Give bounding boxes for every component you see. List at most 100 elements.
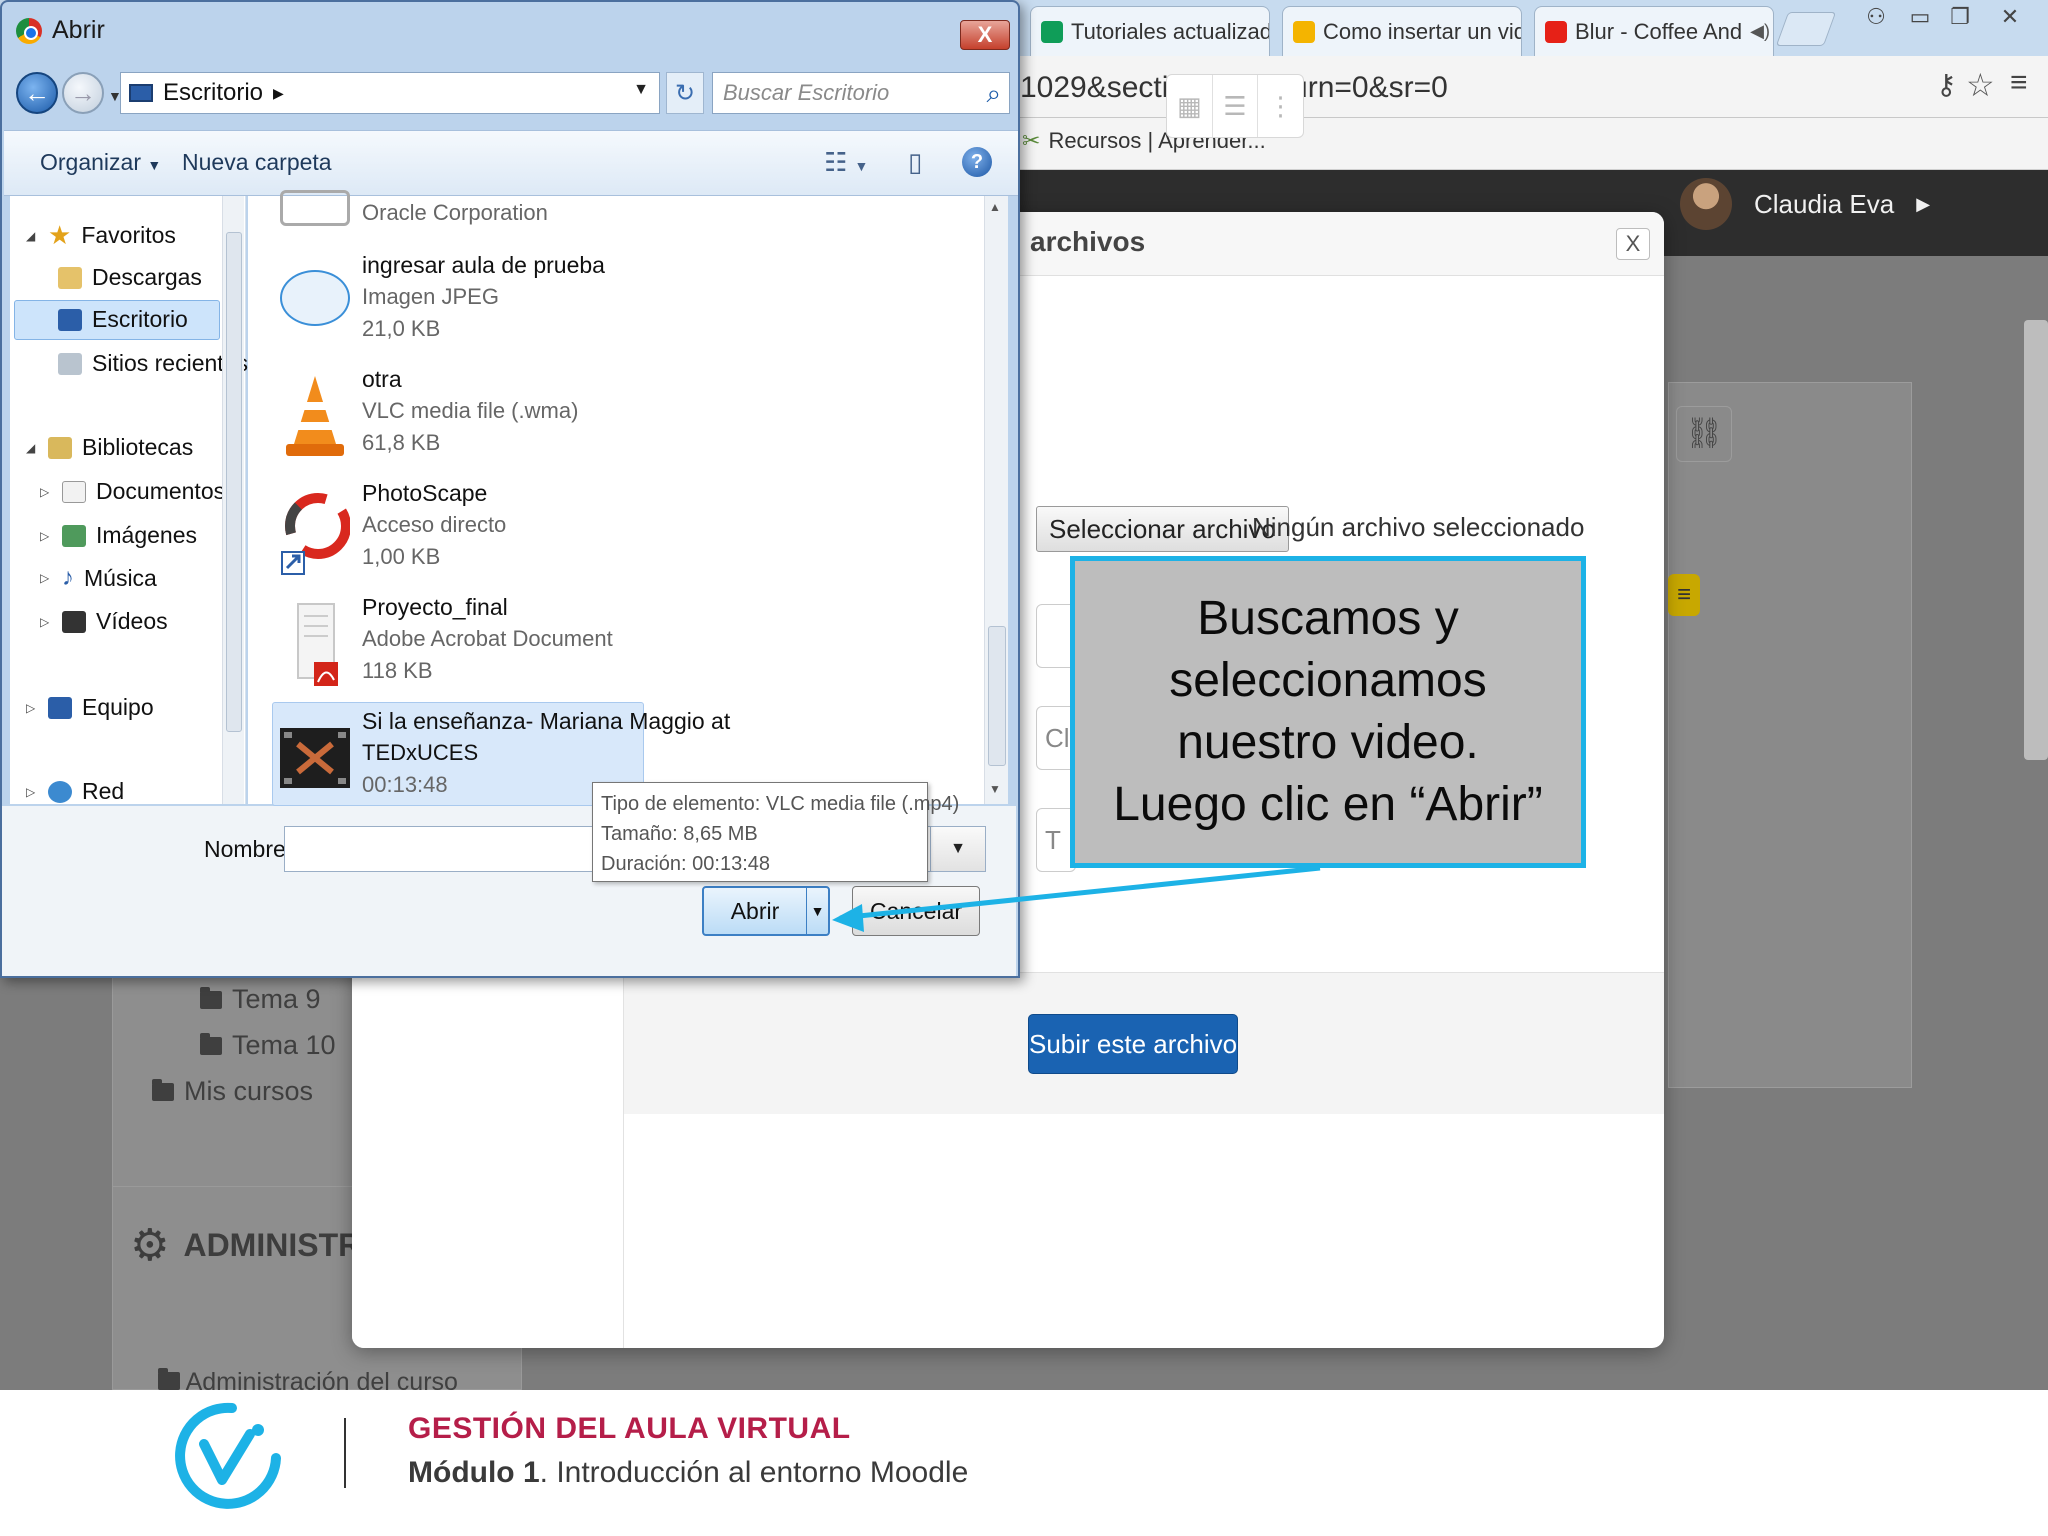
url-field[interactable]: 1029&section=0&return=0&sr=0: [1020, 68, 1920, 108]
tab-blur[interactable]: Blur - Coffee And ◀) X: [1534, 6, 1774, 56]
new-folder-button[interactable]: Nueva carpeta: [182, 149, 332, 176]
nav-pane-scrollbar[interactable]: [222, 196, 244, 804]
browser-window: Tutoriales actualizado X Como insertar u…: [0, 0, 2048, 1390]
profile-icon[interactable]: ⚇: [1856, 0, 1896, 34]
nav-videos[interactable]: ▷ Vídeos: [40, 608, 168, 635]
organize-label: Organizar: [40, 149, 141, 175]
preview-pane-icon[interactable]: ▯: [908, 147, 922, 178]
nav-label: Imágenes: [96, 522, 198, 548]
editor-area: [1668, 382, 1912, 1088]
minimize-icon[interactable]: ▭: [1900, 0, 1940, 34]
upload-file-button[interactable]: Subir este archivo: [1028, 1014, 1238, 1074]
computer-icon: [48, 696, 72, 719]
file-size: 21,0 KB: [362, 316, 441, 341]
scroll-thumb[interactable]: [988, 626, 1006, 766]
user-menu[interactable]: Claudia Eva ▶: [1680, 178, 1930, 230]
tab-como-insertar[interactable]: Como insertar un vide X: [1282, 6, 1522, 56]
note-icon[interactable]: ≡: [1668, 574, 1700, 616]
expand-icon: ◢: [26, 228, 36, 243]
nav-item-tema-9[interactable]: Tema 9: [200, 984, 321, 1015]
star-icon[interactable]: ☆: [1966, 66, 1995, 104]
tab-tutoriales[interactable]: Tutoriales actualizado X: [1030, 6, 1270, 56]
expand-icon: ◢: [26, 440, 36, 455]
path-breadcrumb[interactable]: Escritorio ▶ ▼: [120, 72, 660, 114]
nav-item-label: Mis cursos: [184, 1076, 314, 1106]
unlink-icon[interactable]: ⛓: [1676, 406, 1732, 462]
nav-images[interactable]: ▷ Imágenes: [40, 522, 197, 549]
folder-icon: [200, 986, 222, 1009]
navigation-row: ← → ▼ Escritorio ▶ ▼ ↻ Buscar Escritorio…: [12, 68, 1012, 120]
slide-footer: [0, 1390, 2048, 1536]
nav-label: Documentos: [96, 478, 226, 504]
recent-places-icon: [58, 352, 82, 375]
refresh-icon[interactable]: ↻: [666, 72, 704, 114]
grid-view-icon[interactable]: ▦: [1167, 75, 1213, 137]
list-item[interactable]: PhotoScape Acceso directo 1,00 KB: [276, 476, 836, 588]
nav-computer[interactable]: ▷ Equipo: [26, 694, 154, 721]
scroll-thumb[interactable]: [226, 232, 242, 732]
chevron-down-icon: ▼: [147, 157, 162, 173]
open-button[interactable]: Abrir ▼: [702, 886, 830, 936]
folder-icon: [200, 1032, 222, 1055]
nav-label: Equipo: [82, 694, 154, 720]
nav-item-mis-cursos[interactable]: Mis cursos: [152, 1076, 313, 1107]
modal-close-button[interactable]: X: [1616, 228, 1650, 260]
key-icon[interactable]: ⚷: [1936, 68, 1957, 101]
nav-libraries[interactable]: ◢ Bibliotecas: [26, 434, 193, 461]
file-list-scrollbar[interactable]: ▲ ▼: [984, 196, 1008, 804]
nav-documents[interactable]: ▷ Documentos: [40, 478, 225, 505]
nav-music[interactable]: ▷ ♪ Música: [40, 564, 157, 592]
view-switcher: ▦ ☰ ⋮: [1166, 74, 1304, 138]
list-item[interactable]: Proyecto_final Adobe Acrobat Document 11…: [276, 590, 836, 702]
callout-line: Luego clic en “Abrir”: [1113, 778, 1543, 831]
footer-divider: [344, 1418, 346, 1488]
nav-item-label: Tema 10: [232, 1030, 336, 1060]
course-title: GESTIÓN DEL AULA VIRTUAL: [408, 1412, 851, 1445]
videos-icon: [62, 610, 86, 633]
file-name: PhotoScape: [362, 480, 488, 506]
help-icon[interactable]: ?: [962, 147, 992, 177]
nav-recent-places[interactable]: Sitios recientes: [58, 350, 248, 377]
list-item[interactable]: Oracle Corporation: [276, 180, 836, 236]
open-button-label: Abrir: [730, 898, 780, 924]
cancel-button[interactable]: Cancelar: [852, 886, 980, 936]
caret-right-icon: ▶: [1916, 193, 1931, 214]
youtube-icon: [1545, 20, 1567, 43]
callout-line: seleccionamos: [1169, 654, 1487, 707]
select-file-button[interactable]: Seleccionar archivo: [1036, 506, 1289, 552]
list-item[interactable]: otra VLC media file (.wma) 61,8 KB: [276, 362, 836, 474]
tree-view-icon[interactable]: ⋮: [1258, 75, 1303, 137]
scroll-up-icon[interactable]: ▲: [989, 200, 1001, 214]
search-input[interactable]: Buscar Escritorio ⌕: [712, 72, 1010, 114]
nav-network[interactable]: ▷ Red: [26, 778, 124, 805]
admin-course-link[interactable]: Administración del curso: [158, 1368, 458, 1390]
menu-icon[interactable]: ≡: [2010, 66, 2028, 100]
nav-desktop[interactable]: Escritorio: [58, 306, 188, 333]
speaker-icon: ◀): [1750, 21, 1770, 41]
tooltip-size: Tamaño: 8,65 MB: [601, 823, 758, 845]
organize-button[interactable]: Organizar ▼: [40, 149, 161, 176]
chevron-right-icon: ▶: [273, 84, 284, 101]
nav-item-label: Tema 9: [232, 984, 321, 1014]
filename-dropdown-icon[interactable]: ▼: [930, 826, 986, 872]
images-icon: [62, 524, 86, 547]
tab-label: Blur - Coffee And: [1575, 18, 1743, 44]
nav-label: Red: [82, 778, 125, 804]
dialog-close-button[interactable]: X: [960, 20, 1010, 50]
path-dropdown-icon[interactable]: ▼: [633, 81, 649, 99]
list-view-icon[interactable]: ☰: [1213, 75, 1259, 137]
forward-arrow-icon[interactable]: →: [62, 72, 104, 114]
nav-favorites[interactable]: ◢ ★ Favoritos: [26, 220, 176, 251]
page-scrollbar[interactable]: [2024, 320, 2048, 760]
chevron-down-icon[interactable]: ▼: [806, 888, 828, 934]
close-window-icon[interactable]: ✕: [1990, 0, 2030, 34]
nav-downloads[interactable]: Descargas: [58, 264, 202, 291]
user-name: Claudia Eva: [1754, 188, 1895, 219]
back-arrow-icon[interactable]: ←: [16, 72, 58, 114]
scroll-down-icon[interactable]: ▼: [989, 782, 1001, 796]
list-item[interactable]: ingresar aula de prueba Imagen JPEG 21,0…: [276, 248, 836, 360]
restore-icon[interactable]: ❐: [1940, 0, 1980, 34]
file-type: VLC media file (.wma): [362, 398, 579, 423]
nav-item-tema-10[interactable]: Tema 10: [200, 1030, 336, 1061]
view-options-icon[interactable]: ☷ ▼: [824, 147, 868, 178]
